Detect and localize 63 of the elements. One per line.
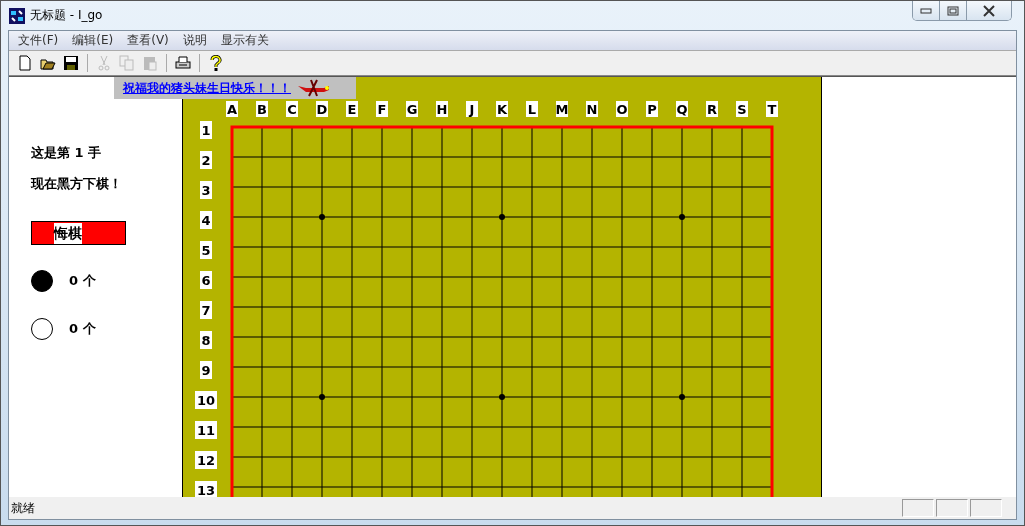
column-label: R (706, 101, 718, 117)
row-label: 12 (195, 451, 217, 469)
minimize-icon (920, 7, 932, 14)
star-point (319, 214, 325, 220)
close-icon (982, 4, 996, 17)
stone-count: 0 个 (69, 272, 96, 290)
column-label: O (616, 101, 628, 117)
app-icon (9, 7, 25, 24)
column-label: A (226, 101, 238, 117)
close-button[interactable] (967, 1, 1011, 20)
menu-item[interactable]: 编辑(E) (65, 32, 121, 49)
star-point (679, 394, 685, 400)
window-title: 无标题 - I_go (30, 7, 103, 24)
column-label: Q (676, 101, 688, 117)
row-label: 7 (200, 301, 212, 319)
star-point (499, 394, 505, 400)
row-label: 2 (200, 151, 212, 169)
column-label: F (376, 101, 388, 117)
undo-button[interactable]: 悔棋 (31, 221, 126, 245)
row-label: 8 (200, 331, 212, 349)
move-count-text: 这是第 1 手 (31, 144, 102, 162)
column-label: S (736, 101, 748, 117)
column-label: E (346, 101, 358, 117)
row-label: 3 (200, 181, 212, 199)
column-label: P (646, 101, 658, 117)
star-point (499, 214, 505, 220)
row-label: 13 (195, 481, 217, 497)
stone-count: 0 个 (69, 320, 96, 338)
stone-icon (31, 318, 53, 340)
save-disk-icon[interactable] (61, 53, 81, 73)
menu-item[interactable]: 说明 (175, 32, 214, 49)
stone-icon (31, 270, 53, 292)
star-point (319, 394, 325, 400)
row-label: 6 (200, 271, 212, 289)
star-point (679, 214, 685, 220)
status-text: 就绪 (11, 499, 35, 517)
column-label: T (766, 101, 778, 117)
row-label: 5 (200, 241, 212, 259)
menu-item[interactable]: 文件(F) (11, 32, 66, 49)
row-label: 10 (195, 391, 217, 409)
column-label: K (496, 101, 508, 117)
row-label: 1 (200, 121, 212, 139)
maximize-icon (947, 5, 959, 16)
column-label: G (406, 101, 418, 117)
menu-item[interactable]: 显示有关 (213, 32, 276, 49)
turn-text: 现在黑方下棋！ (31, 175, 122, 193)
maximize-button[interactable] (940, 1, 967, 20)
column-label: C (286, 101, 298, 117)
row-label: 4 (200, 211, 212, 229)
row-label: 11 (195, 421, 217, 439)
column-label: J (466, 101, 478, 117)
status-pane (902, 499, 934, 517)
column-label: N (586, 101, 598, 117)
column-label: H (436, 101, 448, 117)
status-pane (970, 499, 1002, 517)
column-label: B (256, 101, 268, 117)
status-pane (936, 499, 968, 517)
column-label: D (316, 101, 328, 117)
column-label: M (555, 101, 569, 117)
column-label: L (526, 101, 538, 117)
menu-item[interactable]: 查看(V) (120, 32, 176, 49)
minimize-button[interactable] (913, 1, 940, 20)
row-label: 9 (200, 361, 212, 379)
